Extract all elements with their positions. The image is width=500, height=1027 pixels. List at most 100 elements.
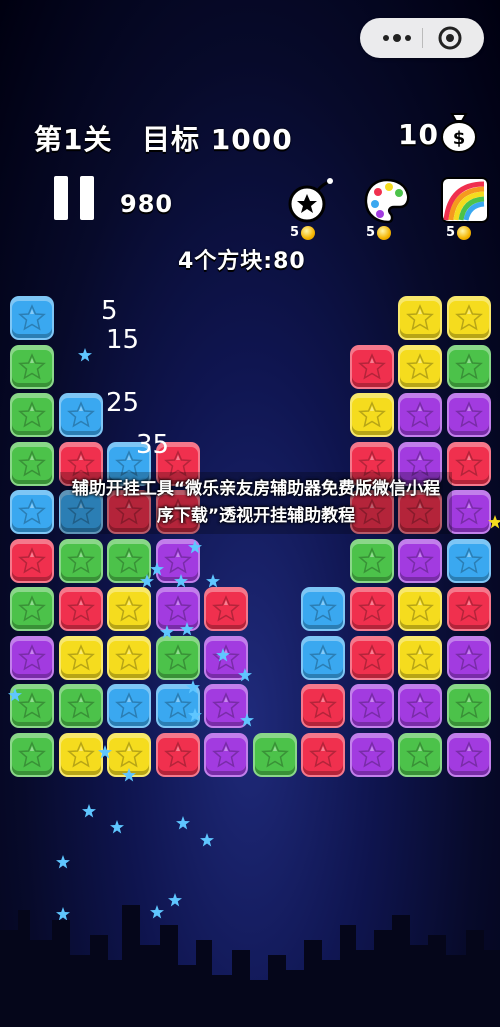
star-icon <box>212 595 240 622</box>
star-icon <box>454 498 483 525</box>
star-icon <box>163 740 192 768</box>
green-star-block[interactable] <box>10 732 54 777</box>
star-icon <box>163 595 192 622</box>
yellow-star-block[interactable] <box>107 587 151 631</box>
twinkle-star-icon <box>186 680 200 694</box>
yellow-star-block[interactable] <box>107 635 151 680</box>
star-icon <box>66 740 95 768</box>
blue-star-block[interactable] <box>10 296 54 340</box>
star-icon <box>357 643 386 671</box>
twinkle-star-icon <box>98 745 112 759</box>
star-icon <box>454 401 483 428</box>
star-icon <box>18 595 46 622</box>
star-icon <box>66 546 95 574</box>
green-star-block[interactable] <box>58 684 103 728</box>
yellow-star-block[interactable] <box>398 587 442 631</box>
red-star-block[interactable] <box>301 684 345 728</box>
yellow-star-block[interactable] <box>349 393 394 437</box>
yellow-star-block[interactable] <box>58 732 103 777</box>
red-star-block[interactable] <box>58 587 103 631</box>
red-star-block[interactable] <box>446 587 491 631</box>
star-icon <box>406 304 434 331</box>
red-star-block[interactable] <box>349 635 394 680</box>
yellow-star-block[interactable] <box>58 635 103 680</box>
twinkle-star-icon <box>56 855 70 869</box>
green-star-block[interactable] <box>10 441 54 486</box>
green-star-block[interactable] <box>398 732 442 777</box>
purple-star-block[interactable] <box>446 635 491 680</box>
blue-star-block[interactable] <box>301 635 345 680</box>
red-star-block[interactable] <box>155 732 200 777</box>
twinkle-star-icon <box>8 688 22 702</box>
star-icon <box>357 692 386 719</box>
green-star-block[interactable] <box>155 635 200 680</box>
purple-star-block[interactable] <box>398 684 442 728</box>
red-star-block[interactable] <box>10 538 54 583</box>
yellow-star-block[interactable] <box>398 635 442 680</box>
star-icon <box>454 595 483 622</box>
blue-star-block[interactable] <box>58 393 103 437</box>
twinkle-star-icon <box>82 804 96 818</box>
purple-star-block[interactable] <box>349 684 394 728</box>
star-icon <box>454 449 483 477</box>
star-icon <box>212 692 240 719</box>
star-icon <box>357 546 386 574</box>
purple-star-block[interactable] <box>446 393 491 437</box>
city-skyline-decoration <box>0 905 500 1027</box>
red-star-block[interactable] <box>446 441 491 486</box>
purple-star-block[interactable] <box>398 393 442 437</box>
star-icon <box>115 643 143 671</box>
star-icon <box>115 740 143 768</box>
red-star-block[interactable] <box>301 732 345 777</box>
purple-star-block[interactable] <box>398 538 442 583</box>
purple-star-block[interactable] <box>446 490 491 534</box>
star-icon <box>115 692 143 719</box>
twinkle-star-icon <box>176 816 190 830</box>
blue-star-block[interactable] <box>446 538 491 583</box>
twinkle-star-icon <box>140 574 154 588</box>
purple-star-block[interactable] <box>349 732 394 777</box>
star-icon <box>357 352 386 380</box>
star-icon <box>18 692 46 719</box>
twinkle-star-icon <box>206 574 220 588</box>
green-star-block[interactable] <box>446 344 491 389</box>
star-icon <box>454 692 483 719</box>
star-icon <box>406 401 434 428</box>
green-star-block[interactable] <box>10 587 54 631</box>
green-star-block[interactable] <box>10 344 54 389</box>
score-popup: 15 <box>106 325 140 355</box>
score-popup: 5 <box>101 296 118 326</box>
twinkle-star-icon <box>216 648 230 662</box>
red-star-block[interactable] <box>349 587 394 631</box>
green-star-block[interactable] <box>58 538 103 583</box>
yellow-star-block[interactable] <box>446 296 491 340</box>
green-star-block[interactable] <box>252 732 297 777</box>
star-icon <box>406 352 434 380</box>
purple-star-block[interactable] <box>446 732 491 777</box>
star-icon <box>406 595 434 622</box>
blue-star-block[interactable] <box>10 490 54 534</box>
star-icon <box>454 546 483 574</box>
twinkle-star-icon <box>188 540 202 554</box>
blue-star-block[interactable] <box>107 684 151 728</box>
purple-star-block[interactable] <box>204 732 248 777</box>
twinkle-star-icon <box>78 348 92 362</box>
star-icon <box>357 740 386 768</box>
yellow-star-block[interactable] <box>398 344 442 389</box>
yellow-star-block[interactable] <box>398 296 442 340</box>
star-icon <box>18 643 46 671</box>
green-star-block[interactable] <box>446 684 491 728</box>
star-icon <box>18 352 46 380</box>
star-icon <box>357 401 386 428</box>
star-icon <box>66 595 95 622</box>
blue-star-block[interactable] <box>301 587 345 631</box>
twinkle-star-icon <box>122 768 136 782</box>
green-star-block[interactable] <box>10 393 54 437</box>
star-icon <box>212 740 240 768</box>
red-star-block[interactable] <box>349 344 394 389</box>
twinkle-star-icon <box>238 668 252 682</box>
purple-star-block[interactable] <box>10 635 54 680</box>
star-icon <box>309 692 337 719</box>
red-star-block[interactable] <box>204 587 248 631</box>
green-star-block[interactable] <box>349 538 394 583</box>
